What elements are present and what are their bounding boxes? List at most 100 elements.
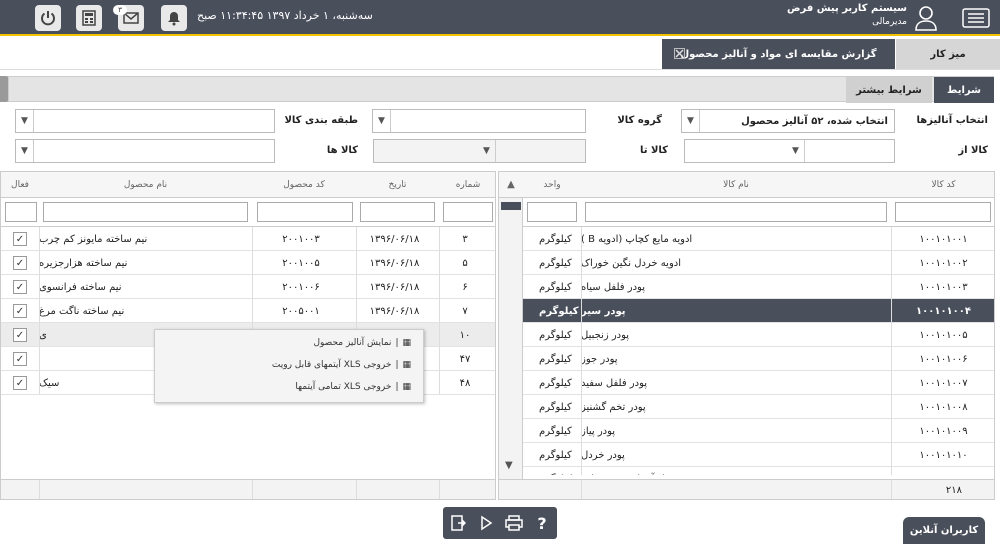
goods-to-select[interactable]: ▼: [373, 139, 586, 163]
scroll-up-icon[interactable]: ▲: [499, 172, 523, 198]
filter-product-code-input[interactable]: [257, 202, 353, 222]
export-icon[interactable]: [446, 511, 470, 535]
col-header-product-name[interactable]: نام محصول: [39, 172, 252, 198]
goods-row[interactable]: کیلوگرم پودر زنجبیل ۱۰۰۱۰۱۰۰۵: [523, 323, 994, 347]
filter-product-name-input[interactable]: [43, 202, 248, 222]
active-checkbox[interactable]: ✓: [13, 376, 27, 390]
chevron-down-icon[interactable]: ▼: [787, 140, 805, 162]
goods-row[interactable]: کیلوگرم ادویه خردل نگین خوراک ۱۰۰۱۰۱۰۰۲: [523, 251, 994, 275]
goods-row[interactable]: کیلوگرمخردل آسیاب شده ساقه: [523, 467, 994, 476]
close-tab-icon[interactable]: [674, 48, 685, 59]
filter-number-input[interactable]: [443, 202, 493, 222]
chevron-down-icon[interactable]: ▼: [478, 140, 496, 162]
cell-name: نیم ساخته فرانسوی: [39, 281, 122, 293]
grid-footer: [1, 479, 495, 499]
bell-icon[interactable]: [161, 5, 187, 31]
tab-report[interactable]: گزارش مقایسه ای مواد و آنالیز محصول: [662, 39, 895, 69]
chevron-down-icon[interactable]: ▼: [373, 110, 391, 132]
cell-name: ادویه مایع کچاپ (ادویه B ): [581, 233, 693, 245]
filter-active-input[interactable]: [5, 202, 37, 222]
goods-class-select[interactable]: ▼: [15, 109, 275, 133]
active-checkbox[interactable]: ✓: [13, 232, 27, 246]
goods-row[interactable]: کیلوگرم پودر تخم گشنیز ۱۰۰۱۰۱۰۰۸: [523, 395, 994, 419]
cell-name: پودر فلفل سفید: [581, 377, 648, 389]
calculator-icon[interactable]: [76, 5, 102, 31]
cell-code: ۱۰۰۱۰۱۰۰۳: [919, 281, 968, 293]
tab-more-conditions[interactable]: شرایط بیشتر: [846, 77, 932, 103]
chevron-down-icon[interactable]: ▼: [16, 110, 34, 132]
cell-name: پودر فلفل سیاه: [581, 281, 645, 293]
tab-desk[interactable]: میز کار: [896, 39, 1000, 69]
cell-code: ۱۰۰۱۰۱۰۰۹: [919, 425, 968, 437]
cell-code: ۲۰۰۵۰۰۱: [282, 305, 320, 317]
grid-scrollbar[interactable]: ▼: [499, 198, 523, 499]
product-row[interactable]: ✓ نیم ساخته هزارجزیره ۲۰۰۱۰۰۵ ۱۳۹۶/۰۶/۱۸ ۵: [1, 251, 495, 275]
col-header-goods-name[interactable]: نام کالا: [581, 172, 891, 198]
filter-goods-code-input[interactable]: [895, 202, 991, 222]
product-row[interactable]: ✓ نیم ساخته ناگت مرغ ۲۰۰۵۰۰۱ ۱۳۹۶/۰۶/۱۸ ۷: [1, 299, 495, 323]
scroll-down-icon[interactable]: ▼: [505, 460, 513, 471]
col-header-unit[interactable]: واحد: [523, 172, 581, 198]
online-users-tab[interactable]: کاربران آنلاین: [903, 517, 985, 544]
system-name: سیستم کاربر پیش فرض: [787, 3, 907, 14]
current-datetime: سه‌شنبه، ۱ خرداد ۱۳۹۷ ۱۱:۳۴:۴۵ صبح: [197, 9, 373, 22]
goods-group-select[interactable]: ▼: [372, 109, 586, 133]
product-row[interactable]: ✓ نیم ساخته مایونز کم چرب ۲۰۰۱۰۰۳ ۱۳۹۶/۰۶/۱…: [1, 227, 495, 251]
tab-report-label: گزارش مقایسه ای مواد و آنالیز محصول: [680, 48, 877, 60]
user-icon[interactable]: [914, 5, 938, 31]
product-row[interactable]: ✓ نیم ساخته فرانسوی ۲۰۰۱۰۰۶ ۱۳۹۶/۰۶/۱۸ ۶: [1, 275, 495, 299]
active-checkbox[interactable]: ✓: [13, 256, 27, 270]
cell-name: نیم ساخته ناگت مرغ: [39, 305, 125, 317]
cell-name: پودر پیاز: [581, 425, 616, 437]
active-checkbox[interactable]: ✓: [13, 328, 27, 342]
goods-row[interactable]: کیلوگرم پودر فلفل سیاه ۱۰۰۱۰۱۰۰۳: [523, 275, 994, 299]
col-header-number[interactable]: شماره: [439, 172, 495, 198]
goods-row[interactable]: کیلوگرم ادویه مایع کچاپ (ادویه B ) ۱۰۰۱۰۱۰…: [523, 227, 994, 251]
active-checkbox[interactable]: ✓: [13, 304, 27, 318]
goods-from-select[interactable]: ▼: [684, 139, 895, 163]
goods-row[interactable]: کیلوگرم پودر جوز ۱۰۰۱۰۱۰۰۶: [523, 347, 994, 371]
goods-grid: ▲ واحد نام کالا کد کالا ▼ کیلوگرم ادویه م…: [498, 171, 995, 500]
menu-item-show-analysis[interactable]: ▦ | نمایش آنالیز محصول: [313, 338, 411, 348]
goods-row[interactable]: کیلوگرم پودر خردل ۱۰۰۱۰۱۰۱۰: [523, 443, 994, 467]
goods-from-label: کالا از: [958, 145, 988, 156]
play-icon[interactable]: [474, 511, 498, 535]
grid-footer: ۲۱۸: [499, 479, 994, 499]
power-icon[interactable]: [35, 5, 61, 31]
filter-goods-name-input[interactable]: [585, 202, 887, 222]
goods-row[interactable]: کیلوگرم پودر سیر ۱۰۰۱۰۱۰۰۴: [523, 299, 994, 323]
goods-row[interactable]: کیلوگرم پودر پیاز ۱۰۰۱۰۱۰۰۹: [523, 419, 994, 443]
cell-name: پودر جوز: [581, 353, 618, 365]
cell-no: ۴۷: [459, 353, 471, 365]
cell-unit: کیلوگرم: [539, 401, 572, 413]
filter-date-input[interactable]: [360, 202, 435, 222]
tab-row: میز کار گزارش مقایسه ای مواد و آنالیز مح…: [0, 38, 1000, 70]
active-checkbox[interactable]: ✓: [13, 280, 27, 294]
cell-no: ۳: [462, 233, 468, 245]
cell-unit: کیلوگرم: [539, 257, 572, 269]
chevron-down-icon[interactable]: ▼: [682, 110, 700, 132]
col-header-goods-code[interactable]: کد کالا: [891, 172, 994, 198]
filter-unit-input[interactable]: [527, 202, 577, 222]
goods-row[interactable]: کیلوگرم پودر فلفل سفید ۱۰۰۱۰۱۰۰۷: [523, 371, 994, 395]
cell-code: ۱۰۰۱۰۱۰۰۸: [919, 401, 968, 413]
scrollbar-thumb[interactable]: [501, 202, 521, 210]
col-header-active[interactable]: فعال: [1, 172, 39, 198]
menu-item-export-visible[interactable]: ▦ | خروجی XLS آیتمهای قابل رویت: [272, 360, 411, 370]
help-icon[interactable]: ?: [530, 511, 554, 535]
print-icon[interactable]: [502, 511, 526, 535]
active-checkbox[interactable]: ✓: [13, 352, 27, 366]
cell-code: [891, 467, 994, 475]
goods-rows: کیلوگرم ادویه مایع کچاپ (ادویه B ) ۱۰۰۱۰۱۰…: [523, 227, 994, 476]
menu-icon[interactable]: [962, 8, 990, 28]
cell-no: ۷: [462, 305, 468, 317]
chevron-down-icon[interactable]: ▼: [16, 140, 34, 162]
tab-conditions[interactable]: شرایط: [934, 77, 994, 103]
cell-name: خردل آسیاب شده ساقه: [581, 467, 891, 476]
col-header-date[interactable]: تاریخ: [356, 172, 439, 198]
col-header-product-code[interactable]: کد محصول: [252, 172, 356, 198]
menu-item-export-all[interactable]: ▦ | خروجی XLS تمامی آیتمها: [295, 382, 411, 392]
goods-list-select[interactable]: ▼: [15, 139, 275, 163]
analysis-select[interactable]: انتخاب شده، ۵۲ آنالیز محصول ▼: [681, 109, 895, 133]
cell-unit: کیلوگرم: [539, 233, 572, 245]
